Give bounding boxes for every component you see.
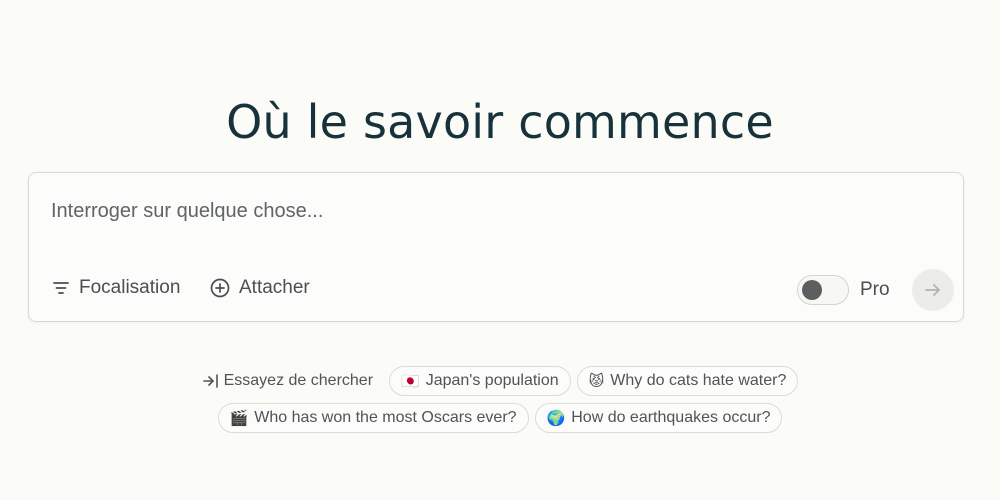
suggestions-row: Essayez de chercher 🇯🇵 Japan's populatio… (0, 366, 1000, 396)
page-title: Où le savoir commence (226, 94, 774, 149)
submit-button[interactable] (912, 269, 954, 311)
pro-toggle[interactable] (797, 275, 849, 305)
arrow-right-icon (925, 284, 940, 296)
suggestion-chip[interactable]: 🇯🇵 Japan's population (389, 366, 571, 396)
search-box[interactable]: Focalisation Attacher Pro (28, 172, 964, 322)
attach-label: Attacher (239, 277, 310, 298)
pro-label: Pro (860, 279, 890, 300)
try-search-text: Essayez de chercher (223, 372, 374, 389)
focus-label: Focalisation (79, 277, 181, 298)
arrow-into-icon (202, 374, 218, 388)
suggestion-label: Japan's population (425, 372, 559, 389)
search-input[interactable] (49, 193, 933, 229)
toggle-knob (802, 280, 822, 300)
attach-button[interactable]: Attacher (209, 277, 310, 299)
flag-japan-icon: 🇯🇵 (401, 373, 420, 390)
suggestion-label: Who has won the most Oscars ever? (254, 409, 517, 426)
suggestion-label: Why do cats hate water? (610, 372, 787, 389)
suggestion-chip[interactable]: 🌍 How do earthquakes occur? (534, 403, 783, 433)
plus-circle-icon (210, 278, 230, 298)
pouting-cat-icon: 😾 (588, 373, 605, 390)
focus-button[interactable]: Focalisation (51, 277, 180, 299)
suggestion-chip[interactable]: 😾 Why do cats hate water? (576, 366, 799, 396)
suggestions-row: 🎬 Who has won the most Oscars ever? 🌍 Ho… (0, 403, 1000, 433)
globe-icon: 🌍 (546, 410, 566, 427)
filter-lines-icon (53, 282, 69, 294)
clapper-board-icon: 🎬 (229, 410, 249, 427)
try-search-label: Essayez de chercher (202, 372, 373, 390)
suggestion-label: How do earthquakes occur? (571, 409, 771, 426)
suggestion-chip[interactable]: 🎬 Who has won the most Oscars ever? (217, 403, 529, 433)
